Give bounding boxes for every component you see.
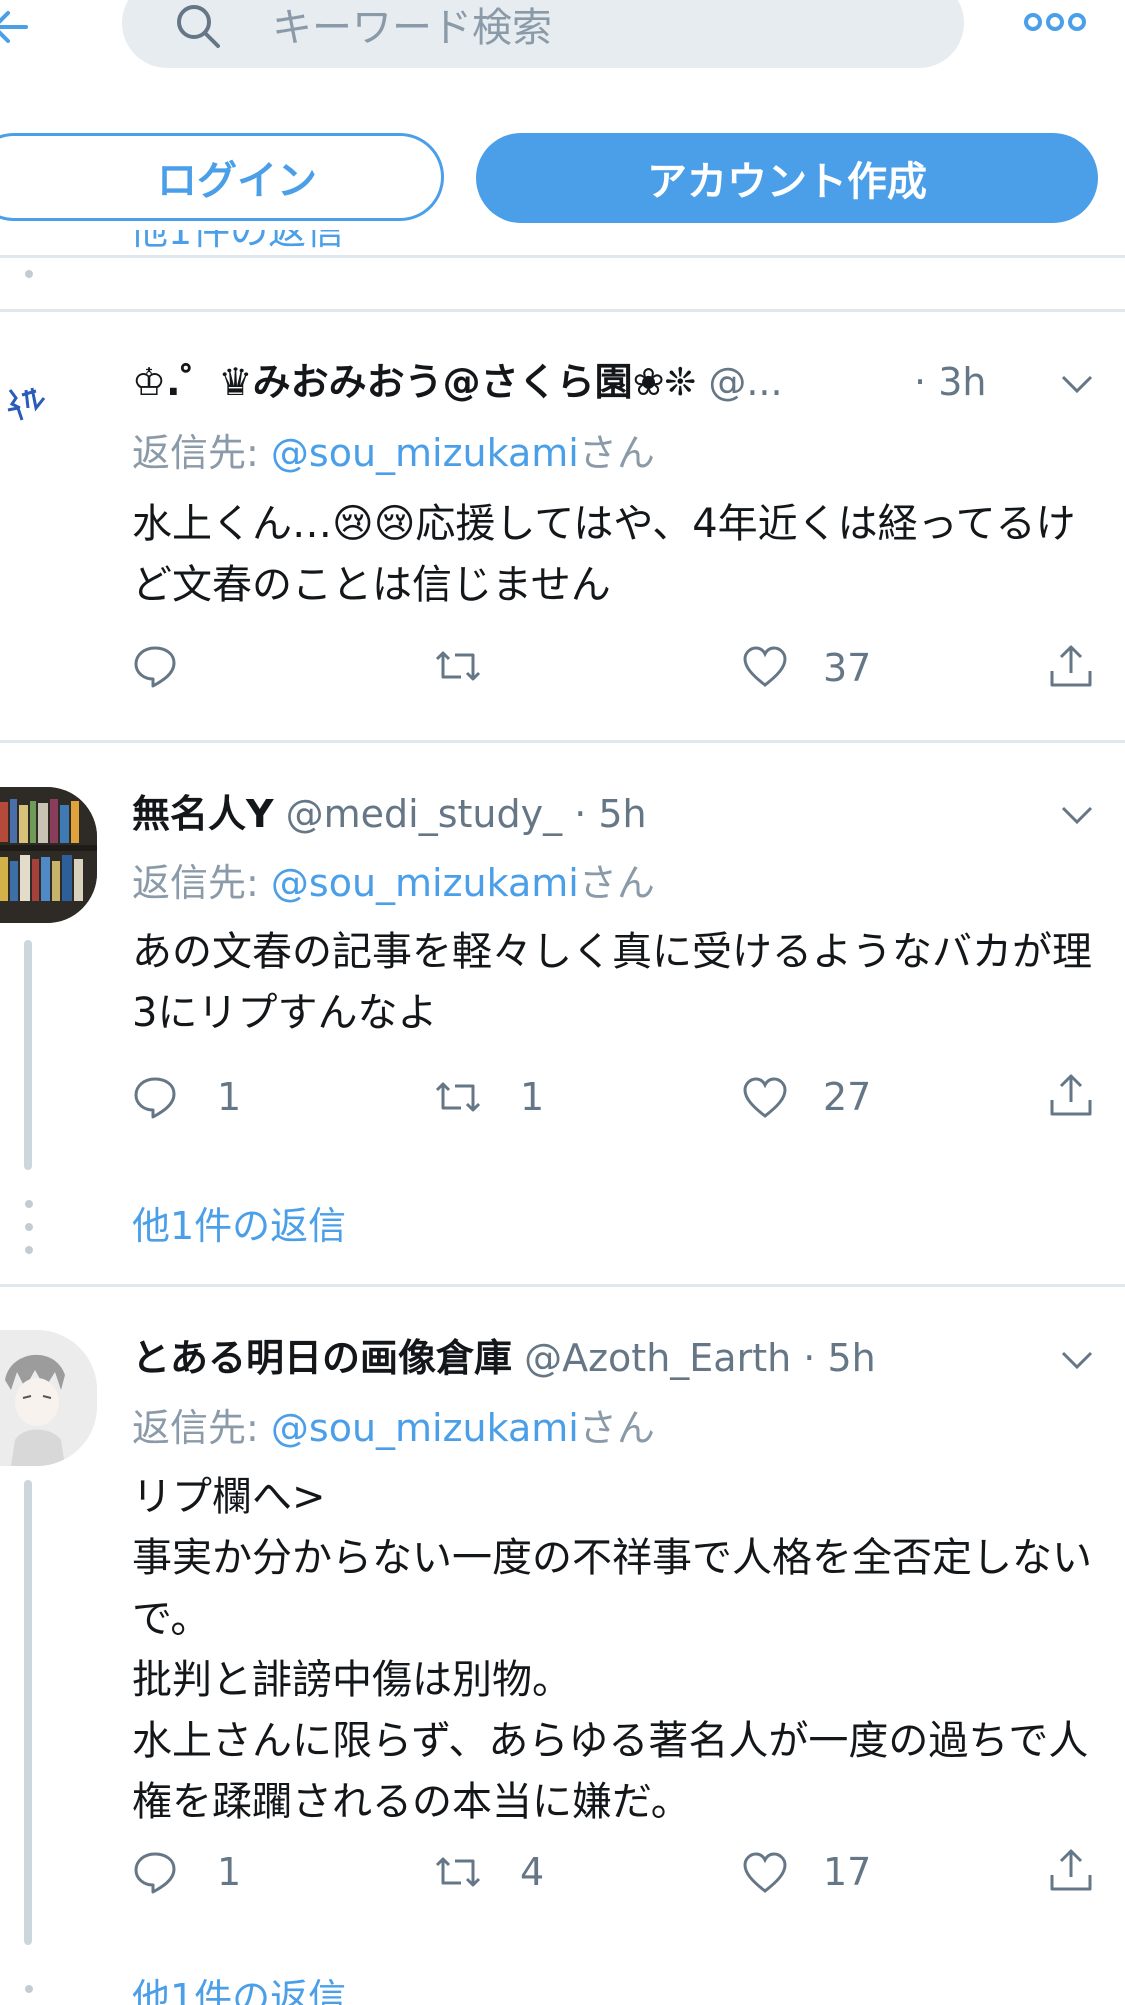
reply-to-suffix: さん [578,861,655,905]
chevron-down-icon[interactable] [1060,1350,1094,1370]
thread-dot [25,270,33,278]
tweet-time-group: · 3h [914,358,986,406]
avatar[interactable] [0,350,60,450]
display-name[interactable]: 無名人Y [132,792,274,836]
handle[interactable]: @medi_study_ [286,792,562,836]
like-count: 17 [823,1850,872,1894]
search-input[interactable] [270,2,874,54]
reply-icon[interactable] [132,1849,178,1895]
like-heart-icon[interactable] [742,1851,788,1897]
like-count: 27 [823,1075,872,1119]
reply-to-prefix: 返信先: [132,1406,271,1450]
more-replies-link[interactable]: 他1件の返信 [132,1203,346,1249]
display-name[interactable]: とある明日の画像倉庫 [132,1336,512,1380]
tweet-divider [0,1284,1125,1287]
handle[interactable]: @Azoth_Earth [524,1336,791,1380]
tweet-divider [0,309,1125,312]
tweet-divider [0,740,1125,743]
more-replies-link[interactable]: 他1件の返信 [132,1975,346,2005]
reply-to-line: 返信先: @sou_mizukamiさん [132,1404,655,1452]
separator-dot: · [803,1336,816,1380]
tweet-text: リプ欄へ> 事実か分からない一度の不祥事で人格を全否定しないで。 批判と誹謗中傷… [132,1474,1092,1825]
like-heart-icon[interactable] [742,1076,788,1122]
share-icon[interactable] [1048,1847,1094,1893]
tweet-text: 水上くん…😢😢応援してはや、4年近くは経ってるけど文春のことは信じません [132,501,1076,608]
share-icon[interactable] [1048,1072,1094,1118]
retweet-count: 4 [520,1850,545,1894]
more-replies-link-partial[interactable]: 他1件の返信 [130,230,344,255]
thread-dot [25,1200,33,1208]
display-name[interactable]: ♔.゜♛みおみおう@さくら園❀❊ [132,360,696,404]
avatar-image [0,1330,97,1466]
avatar-image [0,787,97,923]
separator-dot: · [574,792,587,836]
reply-icon[interactable] [132,1074,178,1120]
reply-to-line: 返信先: @sou_mizukamiさん [132,429,655,477]
retweet-icon[interactable] [435,1849,481,1895]
avatar[interactable] [0,787,97,923]
tweet-header: 無名人Y @medi_study_ · 5h [132,790,647,838]
timestamp[interactable]: 3h [938,360,986,404]
more-options-icon[interactable] [1020,8,1090,38]
reply-mention[interactable]: @sou_mizukami [271,861,579,905]
tweet-header: とある明日の画像倉庫 @Azoth_Earth · 5h [132,1334,876,1382]
avatar[interactable] [0,1330,97,1466]
reply-to-prefix: 返信先: [132,861,271,905]
reply-icon[interactable] [132,643,178,689]
chevron-down-icon[interactable] [1060,805,1094,825]
chevron-down-icon[interactable] [1060,374,1094,394]
reply-mention[interactable]: @sou_mizukami [271,431,579,475]
retweet-icon[interactable] [435,643,481,689]
retweet-icon[interactable] [435,1074,481,1120]
timestamp[interactable]: 5h [827,1336,875,1380]
timestamp[interactable]: 5h [598,792,646,836]
handle[interactable]: @... [708,360,782,404]
reply-count: 1 [217,1075,242,1119]
reply-to-prefix: 返信先: [132,431,271,475]
reply-to-suffix: さん [578,431,655,475]
thread-dot [25,1985,33,1993]
tweet-header: ♔.゜♛みおみおう@さくら園❀❊ @... [132,358,783,406]
create-account-button[interactable]: アカウント作成 [476,133,1098,223]
back-arrow-icon[interactable] [0,2,40,52]
separator-dot: · [914,360,927,404]
thread-line [24,940,32,1170]
reply-to-suffix: さん [578,1406,655,1450]
reply-count: 1 [217,1850,242,1894]
like-heart-icon[interactable] [742,645,788,691]
reply-to-line: 返信先: @sou_mizukamiさん [132,859,655,907]
tweet-text: あの文春の記事を軽々しく真に受けるようなバカが理3にリプすんなよ [132,929,1092,1036]
reply-mention[interactable]: @sou_mizukami [271,1406,579,1450]
share-icon[interactable] [1048,643,1094,689]
search-icon [177,5,220,48]
thread-dot [25,1246,33,1254]
thread-line [24,1480,32,1945]
login-button[interactable]: ログイン [0,133,444,221]
avatar-image [7,387,46,421]
thread-dot [25,1223,33,1231]
retweet-count: 1 [520,1075,545,1119]
header-divider [0,255,1125,258]
like-count: 37 [823,646,872,690]
